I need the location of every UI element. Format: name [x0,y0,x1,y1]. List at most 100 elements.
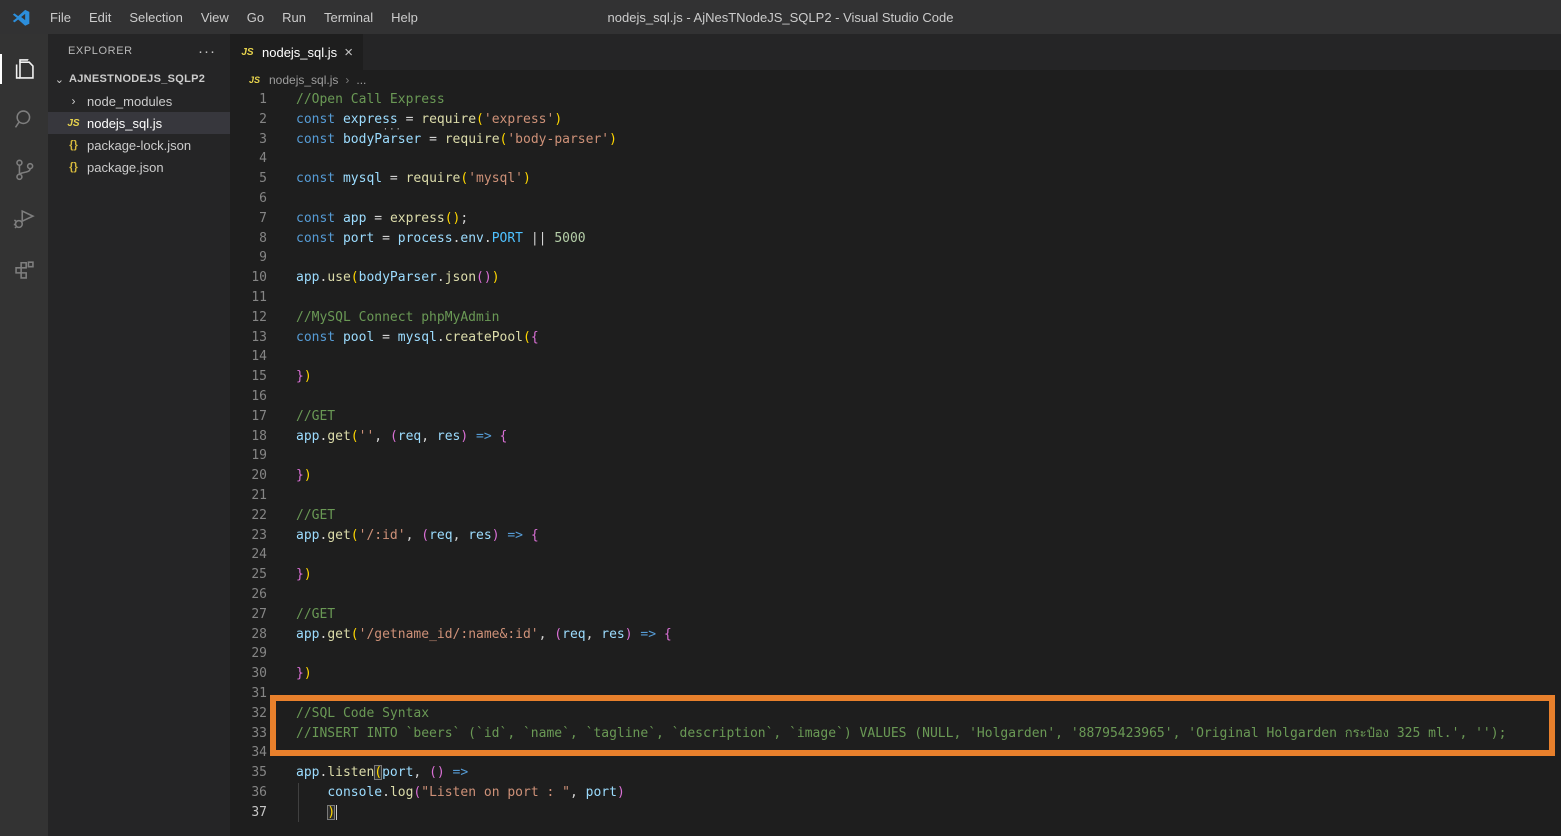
file-item-package.json[interactable]: {}package.json [48,156,230,178]
code-text[interactable]: app.listen(port, () => [267,763,468,783]
code-line[interactable]: 25}) [230,565,1561,585]
code-text[interactable] [267,149,296,169]
code-text[interactable]: //GET [267,506,335,526]
code-text[interactable]: ) [267,803,337,823]
line-number[interactable]: 34 [230,743,267,763]
menu-file[interactable]: File [41,10,80,25]
code-text[interactable] [267,387,296,407]
code-line[interactable]: 7const app = express(); [230,209,1561,229]
line-number[interactable]: 5 [230,169,267,189]
code-line[interactable]: 29 [230,644,1561,664]
line-number[interactable]: 12 [230,308,267,328]
line-number[interactable]: 4 [230,149,267,169]
code-text[interactable] [267,288,296,308]
line-number[interactable]: 1 [230,90,267,110]
code-text[interactable]: app.get('/getname_id/:name&:id', (req, r… [267,625,672,645]
activity-extensions[interactable] [0,244,48,294]
line-number[interactable]: 16 [230,387,267,407]
code-text[interactable]: //SQL Code Syntax [267,704,429,724]
line-number[interactable]: 15 [230,367,267,387]
line-number[interactable]: 2 [230,110,267,130]
code-text[interactable]: //GET [267,605,335,625]
line-number[interactable]: 11 [230,288,267,308]
line-number[interactable]: 22 [230,506,267,526]
code-line[interactable]: 15}) [230,367,1561,387]
line-number[interactable]: 10 [230,268,267,288]
line-number[interactable]: 14 [230,347,267,367]
line-number[interactable]: 28 [230,625,267,645]
menu-view[interactable]: View [192,10,238,25]
menu-selection[interactable]: Selection [120,10,191,25]
code-text[interactable]: const app = express(); [267,209,468,229]
menu-run[interactable]: Run [273,10,315,25]
code-line[interactable]: 3const bodyParser = require('body-parser… [230,130,1561,150]
code-text[interactable] [267,585,296,605]
code-text[interactable]: console.log("Listen on port : ", port) [267,783,625,803]
code-line[interactable]: 6 [230,189,1561,209]
line-number[interactable]: 30 [230,664,267,684]
menu-edit[interactable]: Edit [80,10,120,25]
code-line[interactable]: 27//GET [230,605,1561,625]
breadcrumb-symbol[interactable]: ... [356,73,366,87]
code-line[interactable]: 22//GET [230,506,1561,526]
code-line[interactable]: 9 [230,248,1561,268]
line-number[interactable]: 27 [230,605,267,625]
code-line[interactable]: 10app.use(bodyParser.json()) [230,268,1561,288]
code-text[interactable]: }) [267,664,312,684]
code-line[interactable]: 23app.get('/:id', (req, res) => { [230,526,1561,546]
code-line[interactable]: 31 [230,684,1561,704]
file-item-package-lock.json[interactable]: {}package-lock.json [48,134,230,156]
code-text[interactable] [267,743,296,763]
code-text[interactable]: }) [267,466,312,486]
code-text[interactable]: const express = require('express')··· [267,110,562,130]
line-number[interactable]: 32 [230,704,267,724]
code-text[interactable]: const port = process.env.PORT || 5000 [267,229,586,249]
line-number[interactable]: 17 [230,407,267,427]
code-editor[interactable]: 1//Open Call Express2const express = req… [230,90,1561,836]
code-text[interactable] [267,545,296,565]
menu-help[interactable]: Help [382,10,427,25]
code-line[interactable]: 4 [230,149,1561,169]
tab-nodejs-sql[interactable]: JS nodejs_sql.js × [230,34,364,70]
code-line[interactable]: 14 [230,347,1561,367]
line-number[interactable]: 13 [230,328,267,348]
code-line[interactable]: 28app.get('/getname_id/:name&:id', (req,… [230,625,1561,645]
code-text[interactable] [267,189,296,209]
code-line[interactable]: 24 [230,545,1561,565]
line-number[interactable]: 19 [230,446,267,466]
file-item-node_modules[interactable]: ›node_modules [48,90,230,112]
line-number[interactable]: 36 [230,783,267,803]
code-text[interactable] [267,644,296,664]
code-line[interactable]: 5const mysql = require('mysql') [230,169,1561,189]
line-number[interactable]: 26 [230,585,267,605]
code-text[interactable]: //MySQL Connect phpMyAdmin [267,308,500,328]
code-text[interactable] [267,446,296,466]
sidebar-more-actions-button[interactable]: ··· [198,43,216,60]
code-line[interactable]: 35app.listen(port, () => [230,763,1561,783]
code-line[interactable]: 2const express = require('express')··· [230,110,1561,130]
code-line[interactable]: 32//SQL Code Syntax [230,704,1561,724]
code-text[interactable] [267,684,296,704]
code-line[interactable]: 19 [230,446,1561,466]
line-number[interactable]: 25 [230,565,267,585]
code-text[interactable]: app.get('/:id', (req, res) => { [267,526,539,546]
code-line[interactable]: 16 [230,387,1561,407]
code-text[interactable]: }) [267,565,312,585]
menu-go[interactable]: Go [238,10,273,25]
line-number[interactable]: 21 [230,486,267,506]
line-number[interactable]: 8 [230,229,267,249]
activity-search[interactable] [0,94,48,144]
code-text[interactable] [267,486,296,506]
line-number[interactable]: 18 [230,427,267,447]
line-number[interactable]: 7 [230,209,267,229]
code-text[interactable]: const pool = mysql.createPool({ [267,328,539,348]
code-line[interactable]: 26 [230,585,1561,605]
tab-close-icon[interactable]: × [344,45,353,60]
code-text[interactable]: //INSERT INTO `beers` (`id`, `name`, `ta… [267,724,1506,744]
code-text[interactable]: const bodyParser = require('body-parser'… [267,130,617,150]
code-line[interactable]: 12//MySQL Connect phpMyAdmin [230,308,1561,328]
code-text[interactable]: }) [267,367,312,387]
code-line[interactable]: 13const pool = mysql.createPool({ [230,328,1561,348]
code-text[interactable]: //Open Call Express [267,90,445,110]
workspace-root-folder[interactable]: ⌄ AJNESTNODEJS_SQLP2 [48,68,230,90]
